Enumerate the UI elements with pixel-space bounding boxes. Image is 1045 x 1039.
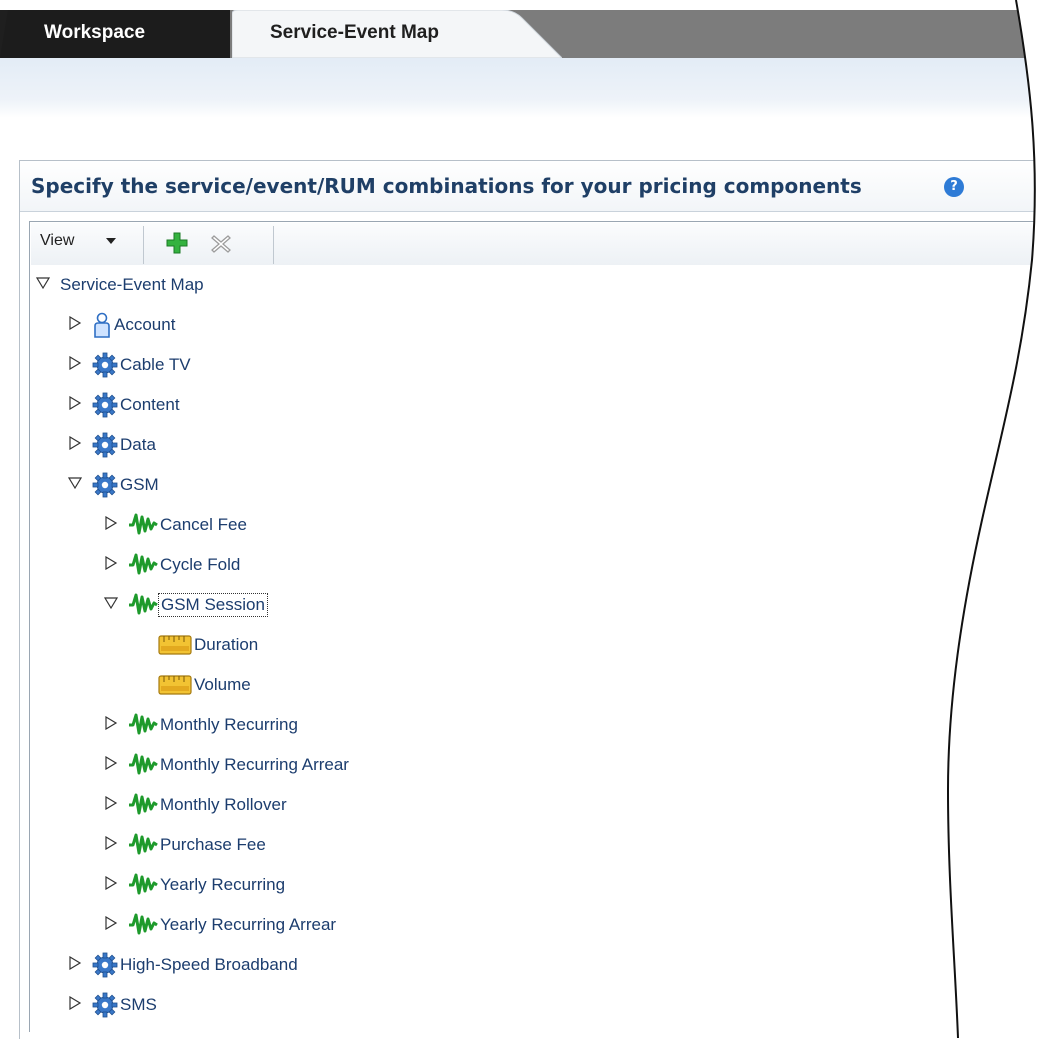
tree-node-label: Monthly Rollover — [160, 795, 287, 814]
tab-workspace-label: Workspace — [44, 22, 146, 43]
tree-node[interactable]: Cycle Fold — [104, 550, 240, 580]
expand-triangle-icon[interactable] — [104, 796, 122, 814]
tree-node[interactable]: Monthly Rollover — [104, 790, 287, 820]
event-icon — [128, 553, 158, 577]
gear-icon — [92, 432, 118, 458]
collapse-triangle-icon[interactable] — [36, 276, 54, 294]
tree-node-label: SMS — [120, 995, 157, 1014]
event-icon — [128, 873, 158, 897]
ruler-icon — [158, 674, 192, 696]
gear-icon — [92, 992, 118, 1018]
tree-node[interactable]: Data — [68, 430, 156, 460]
tree-node-label: Account — [114, 315, 176, 334]
expand-triangle-icon[interactable] — [104, 516, 122, 534]
tree-node[interactable]: Duration — [158, 630, 258, 660]
event-icon — [128, 713, 158, 737]
tree-node[interactable]: Account — [68, 310, 175, 340]
tree-node[interactable]: Cable TV — [68, 350, 191, 380]
add-icon[interactable] — [166, 232, 188, 254]
panel-title: Specify the service/event/RUM combinatio… — [31, 174, 862, 198]
expand-triangle-icon[interactable] — [104, 876, 122, 894]
tree-node[interactable]: SMS — [68, 990, 157, 1020]
event-icon — [128, 593, 158, 617]
gear-icon — [92, 952, 118, 978]
tree-node[interactable]: Yearly Recurring — [104, 870, 285, 900]
tree-node[interactable]: Purchase Fee — [104, 830, 266, 860]
expand-triangle-icon[interactable] — [104, 756, 122, 774]
expand-triangle-icon[interactable] — [104, 916, 122, 934]
expand-triangle-icon[interactable] — [68, 316, 86, 334]
tree-node-label: Yearly Recurring — [160, 875, 286, 894]
tree-node-label: Cancel Fee — [160, 515, 247, 534]
tree-node[interactable]: Monthly Recurring Arrear — [104, 750, 349, 780]
expand-triangle-icon[interactable] — [68, 956, 86, 974]
gear-icon — [92, 392, 118, 418]
tree-node[interactable]: Monthly Recurring — [104, 710, 298, 740]
expand-triangle-icon[interactable] — [104, 836, 122, 854]
tree-node-label: Volume — [194, 675, 251, 694]
collapse-triangle-icon[interactable] — [68, 476, 86, 494]
event-icon — [128, 833, 158, 857]
tree-node-label: High-Speed Broadband — [120, 955, 298, 974]
tree-node[interactable]: GSM Session — [104, 590, 268, 620]
tree-node-label: Data — [120, 435, 156, 454]
expand-triangle-icon[interactable] — [68, 436, 86, 454]
tree-node[interactable]: High-Speed Broadband — [68, 950, 298, 980]
tree-node-label: Cycle Fold — [160, 555, 241, 574]
tab-bar: Workspace Service-Event Map — [0, 0, 1045, 58]
expand-triangle-icon[interactable] — [68, 996, 86, 1014]
tree-node-label: Duration — [194, 635, 259, 654]
expand-triangle-icon[interactable] — [68, 356, 86, 374]
ruler-icon — [158, 634, 192, 656]
tree-node-label: Monthly Recurring — [160, 715, 298, 734]
event-icon — [128, 913, 158, 937]
expand-triangle-icon[interactable] — [104, 716, 122, 734]
person-icon — [92, 312, 112, 338]
event-icon — [128, 793, 158, 817]
help-icon[interactable]: ? — [944, 177, 964, 197]
tree-node[interactable]: Volume — [158, 670, 251, 700]
tree-node-label: Cable TV — [120, 355, 191, 374]
toolbar-divider — [143, 226, 144, 264]
event-icon — [128, 513, 158, 537]
expand-triangle-icon[interactable] — [68, 396, 86, 414]
view-menu-caret-icon[interactable] — [106, 238, 116, 244]
expand-triangle-icon[interactable] — [104, 556, 122, 574]
event-icon — [128, 753, 158, 777]
tab-service-event-map-label: Service-Event Map — [270, 22, 439, 43]
collapse-triangle-icon[interactable] — [104, 596, 122, 614]
toolbar-divider — [273, 226, 274, 264]
delete-icon[interactable] — [210, 233, 232, 255]
header-band — [0, 58, 1045, 118]
tree-node-label: Monthly Recurring Arrear — [160, 755, 349, 774]
tree-node-label: Content — [120, 395, 180, 414]
gear-icon — [92, 352, 118, 378]
gear-icon — [92, 472, 118, 498]
tree-node-label: GSM Session — [158, 593, 268, 617]
tree-node[interactable]: Content — [68, 390, 180, 420]
tree-node[interactable]: Cancel Fee — [104, 510, 247, 540]
tree-root[interactable]: Service-Event Map — [36, 270, 204, 300]
tree-root-label: Service-Event Map — [60, 275, 204, 294]
tree-node-label: Purchase Fee — [160, 835, 266, 854]
tree-node-label: GSM — [120, 475, 159, 494]
tree-node-label: Yearly Recurring Arrear — [160, 915, 337, 934]
view-menu-button[interactable]: View — [40, 232, 74, 250]
tree-node[interactable]: Yearly Recurring Arrear — [104, 910, 336, 940]
tree-node[interactable]: GSM — [68, 470, 159, 500]
